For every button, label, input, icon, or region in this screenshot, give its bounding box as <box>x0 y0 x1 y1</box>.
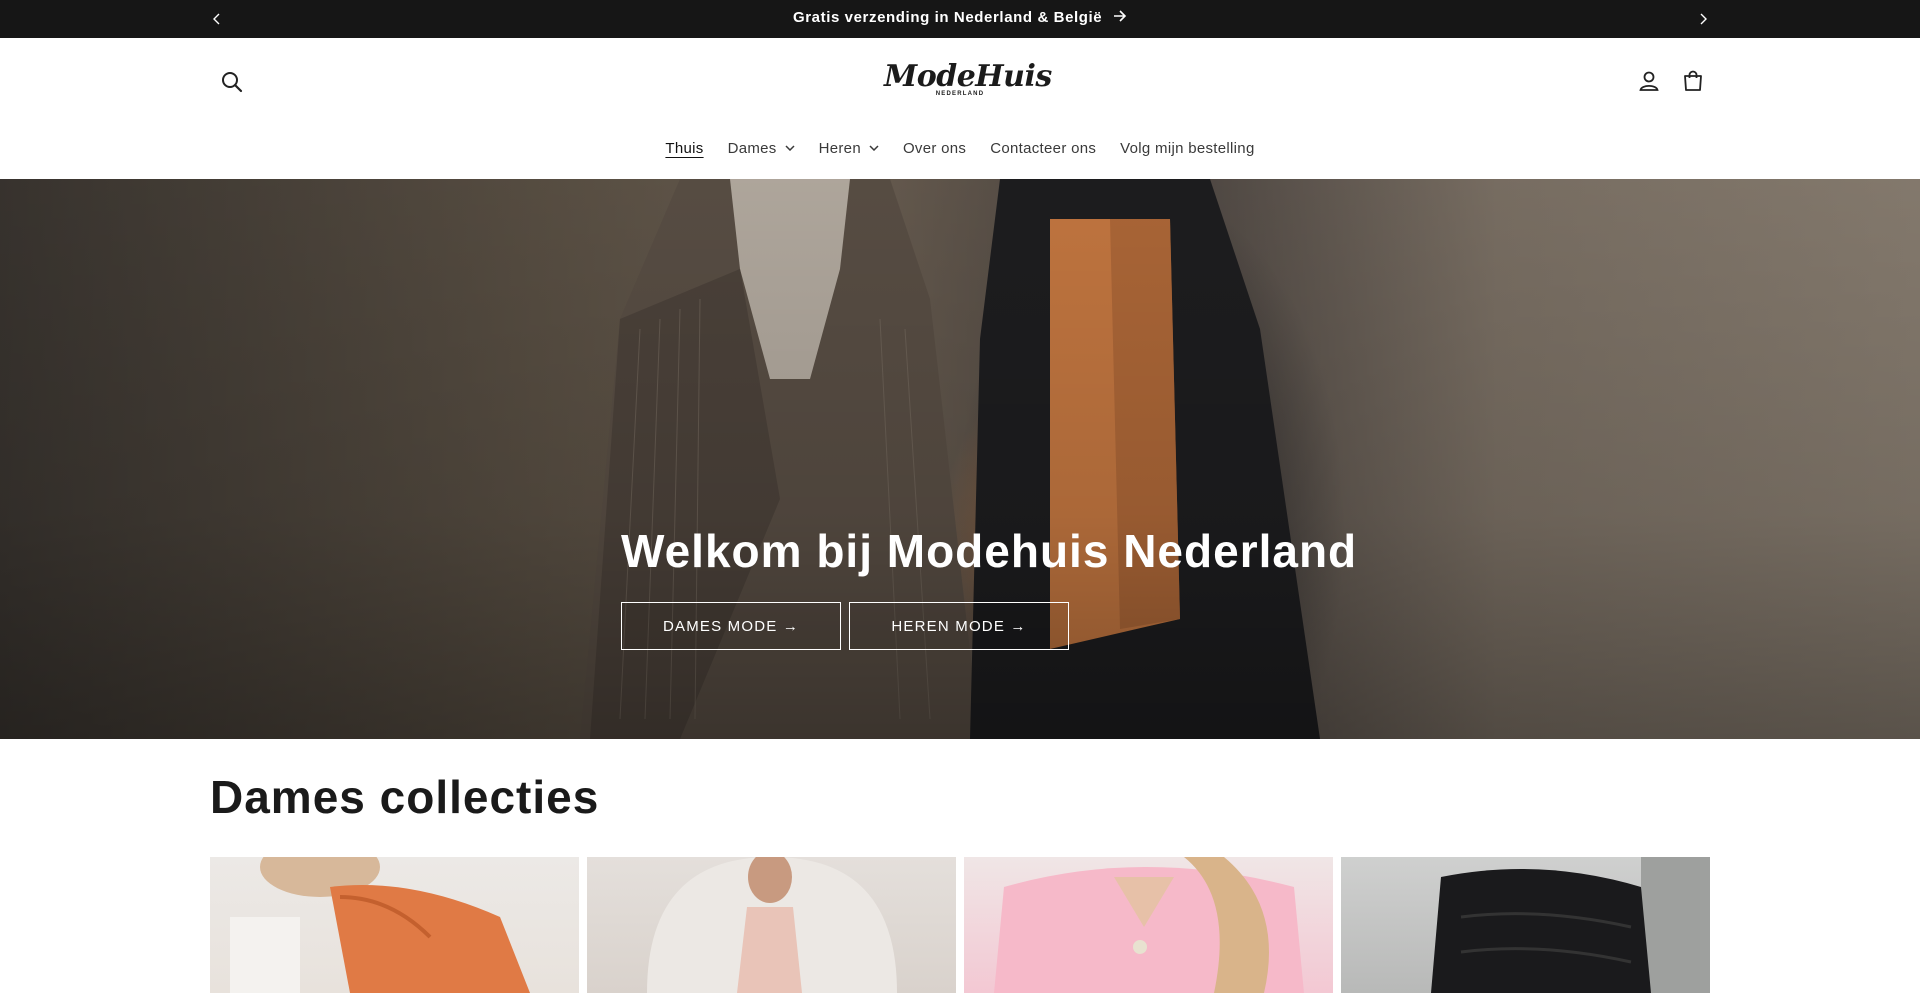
dames-mode-button[interactable]: DAMES MODE → <box>621 602 841 650</box>
logo[interactable]: ModeHuis NEDERLAND <box>884 59 1052 102</box>
collection-card[interactable] <box>210 857 579 993</box>
account-button[interactable] <box>1635 67 1663 95</box>
collection-image <box>230 857 530 993</box>
collections-title: Dames collecties <box>210 771 600 823</box>
account-icon <box>1639 71 1659 91</box>
announcement-text: Gratis verzending in Nederland & België <box>792 9 1103 26</box>
cart-icon <box>1684 70 1702 91</box>
nav-item-label: Contacteer ons <box>990 139 1097 157</box>
nav-item-label: Heren <box>818 139 861 157</box>
arrow-right-icon <box>1113 0 1127 36</box>
nav-item-contacteer-ons[interactable]: Contacteer ons <box>978 140 1108 157</box>
collection-card[interactable] <box>964 857 1333 993</box>
collection-card[interactable] <box>587 857 956 993</box>
nav-item-label: Dames <box>727 139 777 157</box>
nav-item-thuis[interactable]: Thuis <box>653 140 715 157</box>
collection-card[interactable] <box>1341 857 1710 993</box>
nav-item-volg-mijn-bestelling[interactable]: Volg mijn bestelling <box>1108 140 1266 157</box>
nav-item-heren[interactable]: Heren <box>807 140 891 157</box>
announcement-link[interactable]: Gratis verzending in Nederland & België <box>0 0 1920 38</box>
hero-overlay <box>0 179 1920 739</box>
hero-title-prefix: Welkom bij <box>621 525 873 577</box>
collection-image <box>1431 857 1710 993</box>
hero-title-brand: Modehuis Nederland <box>886 525 1358 577</box>
nav-item-label: Over ons <box>902 139 967 157</box>
nav-item-dames[interactable]: Dames <box>716 140 807 157</box>
collection-image <box>994 857 1304 993</box>
chevron-down-icon <box>869 145 879 151</box>
collection-image <box>647 857 897 993</box>
main-nav: Thuis Dames Heren Over ons Contacteer on… <box>0 128 1920 168</box>
chevron-down-icon <box>785 145 795 151</box>
search-icon <box>222 72 243 93</box>
logo-wordmark: ModeHuis <box>884 59 1052 94</box>
site-header: ModeHuis NEDERLAND Thuis Dames Heren Ove… <box>0 38 1920 179</box>
hero-banner: Welkom bij Modehuis Nederland DAMES MODE… <box>0 179 1920 739</box>
announcement-bar: Gratis verzending in Nederland & België <box>0 0 1920 38</box>
chevron-right-icon <box>1700 13 1707 25</box>
search-button[interactable] <box>218 68 246 96</box>
nav-item-label: Thuis <box>665 139 704 157</box>
heren-mode-button[interactable]: HEREN MODE → <box>849 602 1069 650</box>
cart-button[interactable] <box>1679 67 1707 95</box>
nav-item-over-ons[interactable]: Over ons <box>891 140 978 157</box>
announcement-next-button[interactable] <box>1692 8 1714 30</box>
nav-item-label: Volg mijn bestelling <box>1120 139 1255 157</box>
hero-title: Welkom bij Modehuis Nederland <box>621 524 1356 578</box>
